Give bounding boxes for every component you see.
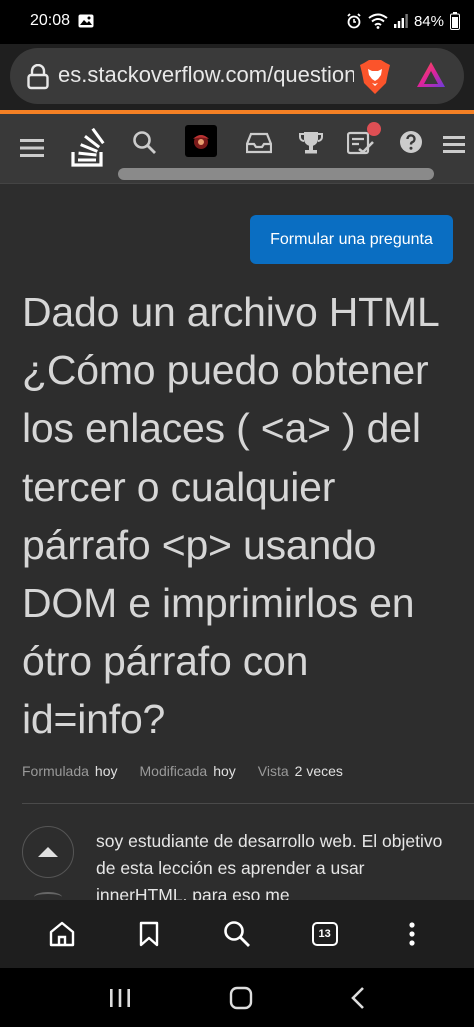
brave-rewards-icon[interactable]	[415, 59, 447, 91]
battery-level: 84%	[413, 12, 444, 30]
upvote-button[interactable]	[22, 826, 74, 878]
modified-label: Modificada	[139, 763, 208, 779]
site-switcher-icon[interactable]	[443, 134, 465, 154]
asked-value: hoy	[94, 763, 118, 779]
avatar-image	[193, 135, 209, 149]
home-circle-icon[interactable]	[229, 986, 253, 1010]
status-bar: 20:08 84%	[0, 0, 474, 44]
brave-lion-icon[interactable]	[358, 59, 392, 95]
arrow-up-icon	[38, 847, 58, 857]
stackoverflow-logo-icon[interactable]	[70, 128, 108, 168]
help-icon[interactable]	[399, 130, 423, 154]
search-icon	[224, 921, 250, 947]
status-icons: 84%	[346, 12, 460, 30]
horizontal-scrollbar[interactable]	[118, 168, 434, 180]
browser-toolbar: es.stackoverflow.com/questions	[0, 44, 474, 110]
question-title[interactable]: Dado un archivo HTML ¿Cómo puedo obtener…	[22, 283, 462, 749]
alarm-icon	[347, 13, 361, 29]
more-icon	[409, 922, 415, 946]
browser-bottom-nav: 13	[0, 900, 474, 968]
menu-icon[interactable]	[20, 138, 44, 158]
url-text[interactable]: es.stackoverflow.com/questions	[58, 62, 354, 88]
home-icon	[49, 921, 74, 947]
avatar[interactable]	[185, 125, 217, 157]
back-icon[interactable]	[350, 986, 366, 1010]
more-button[interactable]	[387, 909, 437, 959]
wifi-icon	[368, 13, 388, 29]
battery-icon	[450, 12, 460, 30]
asked-label: Formulada	[22, 763, 89, 779]
recents-icon[interactable]	[108, 988, 132, 1008]
home-button[interactable]	[37, 909, 87, 959]
address-bar[interactable]: es.stackoverflow.com/questions	[10, 48, 464, 104]
bookmark-icon	[140, 921, 159, 947]
viewed-value: 2 veces	[294, 763, 343, 779]
question-meta: Formulada hoy Modificada hoy Vista 2 vec…	[22, 763, 359, 779]
search-button[interactable]	[212, 909, 262, 959]
search-icon[interactable]	[132, 130, 158, 156]
modified-value[interactable]: hoy	[213, 763, 236, 779]
viewed-label: Vista	[257, 763, 289, 779]
signal-icon	[393, 14, 408, 28]
status-time: 20:08	[30, 12, 71, 29]
ask-question-button[interactable]: Formular una pregunta	[250, 215, 453, 264]
divider	[22, 803, 474, 804]
lock-icon[interactable]	[26, 64, 50, 90]
tabs-icon: 13	[311, 922, 338, 946]
inbox-icon[interactable]	[246, 132, 272, 154]
achievements-icon[interactable]	[298, 130, 324, 156]
image-icon	[78, 14, 94, 28]
android-nav-bar	[0, 968, 474, 1027]
bookmark-button[interactable]	[124, 909, 174, 959]
tabs-button[interactable]: 13	[300, 909, 350, 959]
question-body: soy estudiante de desarrollo web. El obj…	[96, 831, 443, 905]
review-badge	[367, 122, 381, 136]
